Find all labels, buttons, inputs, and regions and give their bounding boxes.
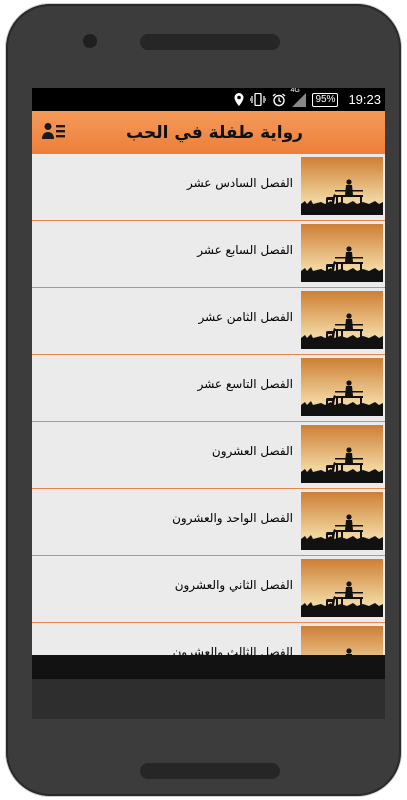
list-item[interactable]: الفصل الثاني والعشرون xyxy=(32,556,385,623)
battery-icon: 95% xyxy=(312,92,339,107)
battery-level: 95% xyxy=(315,93,336,105)
bottom-speaker xyxy=(140,763,280,779)
chapter-thumbnail xyxy=(301,157,383,215)
list-item[interactable]: الفصل الواحد والعشرون xyxy=(32,489,385,556)
list-item[interactable]: الفصل التاسع عشر xyxy=(32,355,385,422)
chapter-title: الفصل السادس عشر xyxy=(186,176,293,190)
chapter-list[interactable]: الفصل السادس عشر الفصل السابع عشر الفصل … xyxy=(32,154,385,655)
chapter-thumbnail xyxy=(301,559,383,617)
list-item[interactable]: الفصل السابع عشر xyxy=(32,221,385,288)
signal-icon: 4G xyxy=(290,88,307,107)
menu-button[interactable] xyxy=(36,111,72,154)
phone-frame: 4G 95% 19:23 رواية طفلة في الحب الفصل ال… xyxy=(6,4,401,796)
chapter-title: الفصل السابع عشر xyxy=(197,243,293,257)
chapter-title: الفصل التاسع عشر xyxy=(197,377,293,391)
chapter-thumbnail xyxy=(301,291,383,349)
screen: 4G 95% 19:23 رواية طفلة في الحب الفصل ال… xyxy=(32,88,385,719)
vibrate-icon xyxy=(250,93,267,106)
chapter-thumbnail xyxy=(301,492,383,550)
chapter-thumbnail xyxy=(301,358,383,416)
network-type: 4G xyxy=(290,88,300,94)
chapter-thumbnail xyxy=(301,224,383,282)
status-bar: 4G 95% 19:23 xyxy=(32,88,385,111)
app-title: رواية طفلة في الحب xyxy=(126,122,303,143)
chapter-thumbnail xyxy=(301,425,383,483)
status-time: 19:23 xyxy=(348,92,381,107)
alarm-icon xyxy=(272,92,286,107)
chapter-title: الفصل الواحد والعشرون xyxy=(172,511,293,525)
list-item[interactable]: الفصل الثالث والعشرون xyxy=(32,623,385,655)
earpiece-speaker xyxy=(140,34,280,50)
list-item[interactable]: الفصل السادس عشر xyxy=(32,154,385,221)
chapter-title: الفصل الثاني والعشرون xyxy=(174,578,293,592)
chapter-title: الفصل العشرون xyxy=(211,444,293,458)
chapter-title: الفصل الثالث والعشرون xyxy=(172,645,293,655)
chapter-title: الفصل الثامن عشر xyxy=(198,310,294,324)
location-icon xyxy=(234,93,244,106)
list-item[interactable]: الفصل الثامن عشر xyxy=(32,288,385,355)
chapter-thumbnail xyxy=(301,626,383,655)
person-list-icon xyxy=(42,122,66,144)
front-camera xyxy=(83,34,97,48)
list-item[interactable]: الفصل العشرون xyxy=(32,422,385,489)
bottom-bar xyxy=(32,655,385,679)
navigation-bar xyxy=(32,679,385,719)
app-bar: رواية طفلة في الحب xyxy=(32,111,385,154)
